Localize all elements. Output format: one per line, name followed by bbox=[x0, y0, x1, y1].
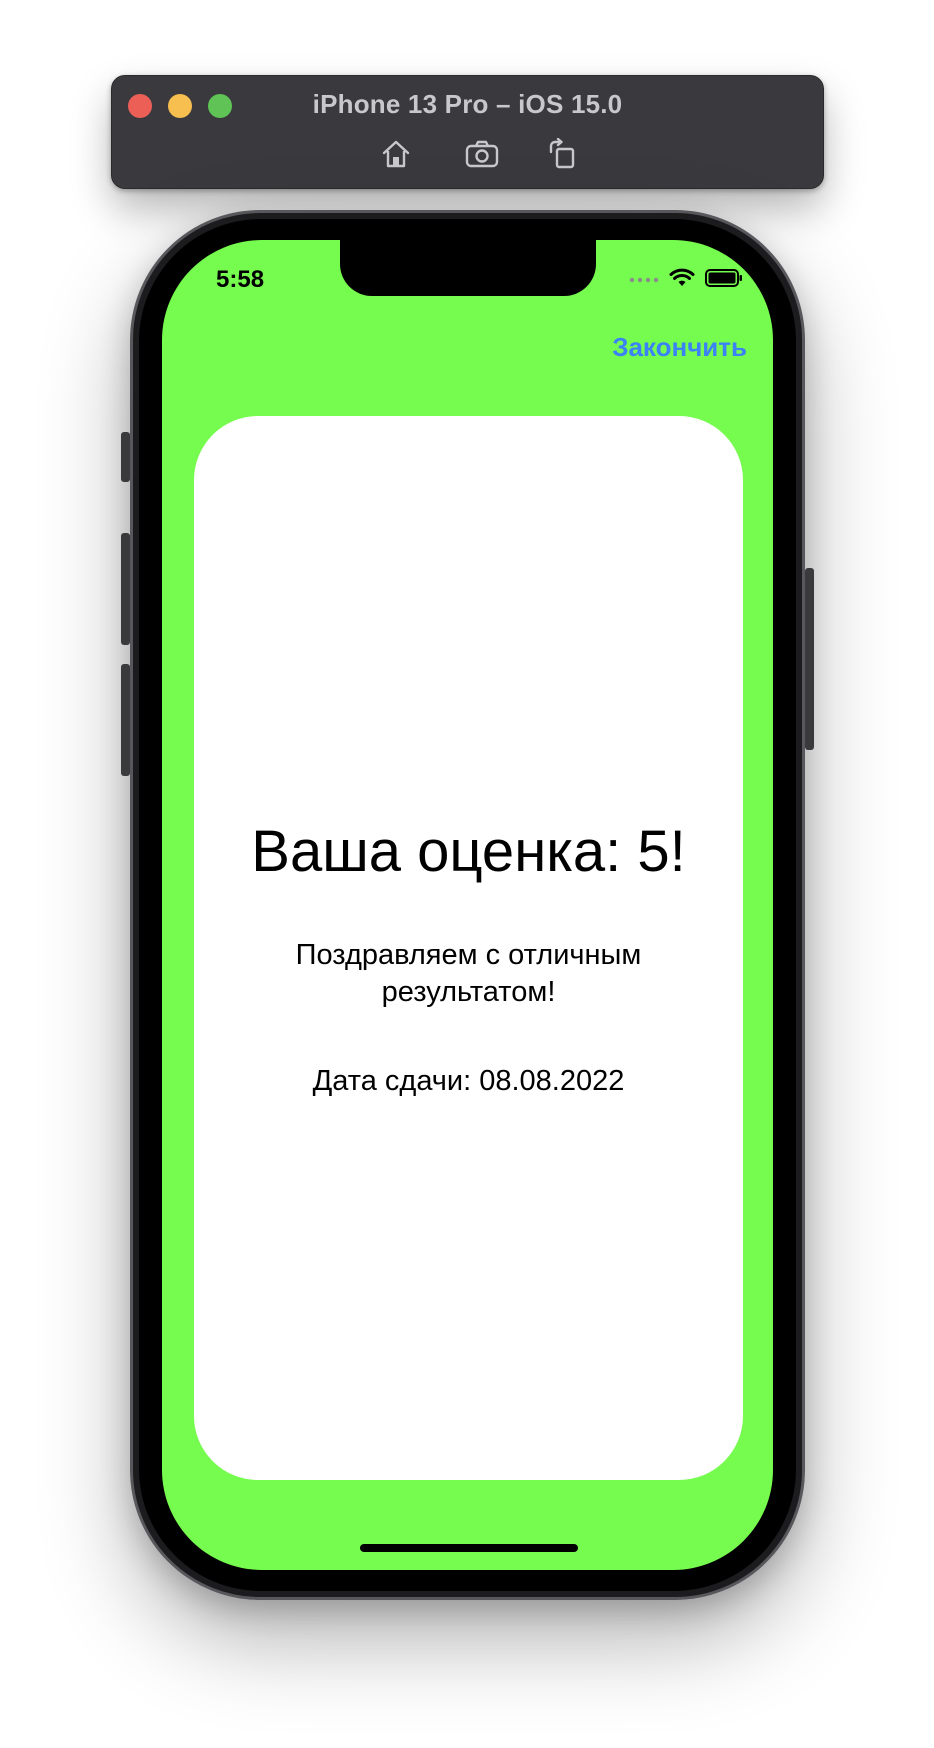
exam-date: Дата сдачи: 08.08.2022 bbox=[312, 1065, 625, 1097]
cellular-icon bbox=[629, 277, 659, 283]
wifi-icon bbox=[669, 268, 695, 286]
grade-heading: Ваша оценка: 5! bbox=[251, 819, 686, 884]
finish-button[interactable]: Закончить bbox=[612, 332, 747, 363]
rotate-button[interactable] bbox=[542, 136, 582, 172]
screenshot-button[interactable] bbox=[462, 136, 502, 172]
home-indicator[interactable] bbox=[360, 1544, 578, 1552]
screenshot-icon bbox=[465, 140, 499, 168]
volume-down-button bbox=[121, 664, 130, 776]
congratulations-message: Поздравляем с отличным результатом! bbox=[295, 939, 642, 1008]
status-time: 5:58 bbox=[216, 266, 265, 293]
notch bbox=[340, 240, 596, 296]
app-screen: 5:58 Закончить Ваша оценка: 5! Поздравля… bbox=[162, 240, 773, 1570]
simulator-title-bar: iPhone 13 Pro – iOS 15.0 bbox=[111, 75, 824, 189]
battery-icon bbox=[705, 269, 742, 287]
stage: iPhone 13 Pro – iOS 15.0 5:58 Закончить … bbox=[0, 0, 934, 1748]
home-icon bbox=[382, 140, 410, 168]
side-power-button bbox=[805, 568, 814, 750]
home-button[interactable] bbox=[376, 136, 416, 172]
simulator-title: iPhone 13 Pro – iOS 15.0 bbox=[312, 89, 623, 119]
mute-switch bbox=[121, 432, 130, 482]
result-card-content: Ваша оценка: 5! Поздравляем с отличным р… bbox=[194, 416, 743, 1480]
rotate-icon bbox=[549, 138, 575, 169]
status-icons bbox=[629, 268, 743, 288]
result-card: Ваша оценка: 5! Поздравляем с отличным р… bbox=[194, 416, 743, 1480]
volume-up-button bbox=[121, 533, 130, 645]
